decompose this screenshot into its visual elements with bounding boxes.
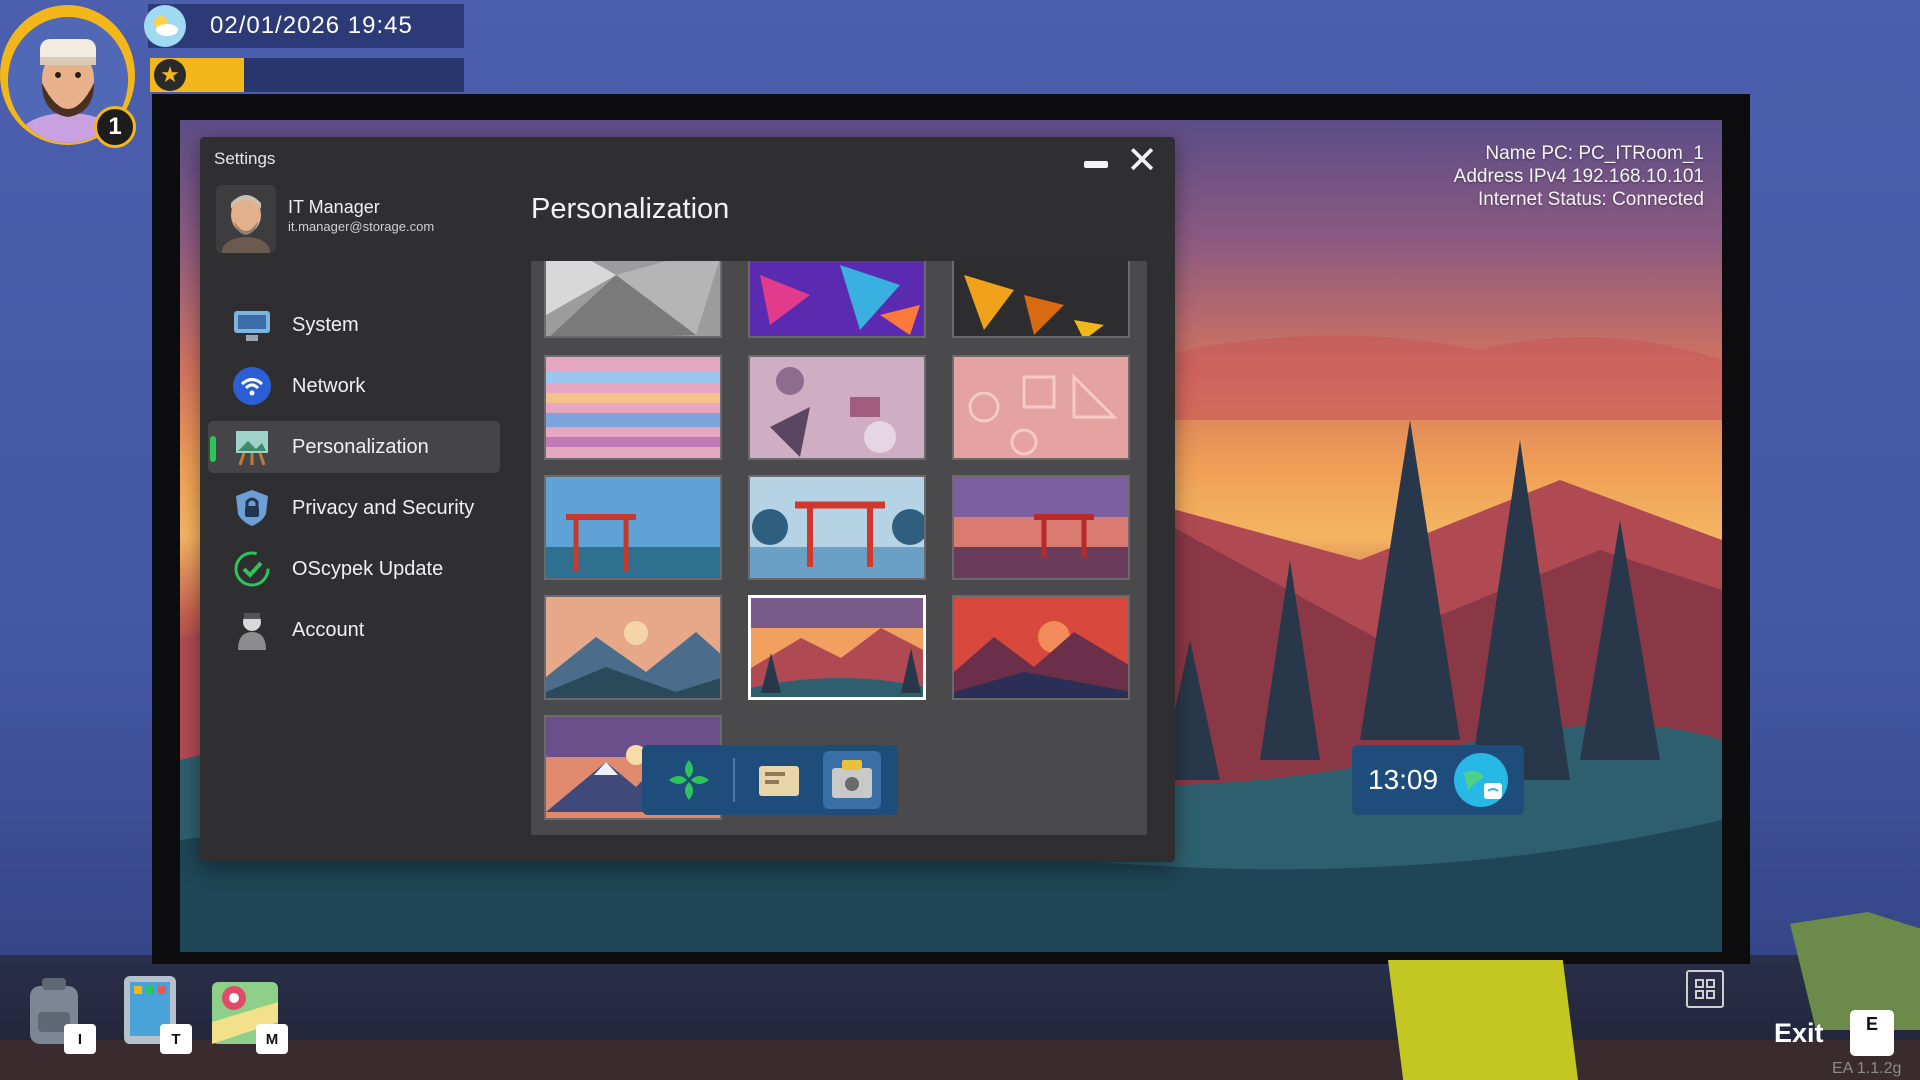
clock: 13:09 — [1368, 764, 1438, 796]
nav-label: Personalization — [292, 436, 429, 459]
nav-label: Privacy and Security — [292, 497, 474, 520]
user-avatar — [216, 185, 276, 253]
update-check-icon — [232, 549, 272, 589]
grid-icon — [1695, 979, 1715, 999]
hotbar-slot-backpack[interactable]: I — [8, 966, 104, 1062]
system-tray: 13:09 — [1352, 745, 1524, 815]
nav-label: Account — [292, 619, 364, 642]
sticky-note — [1388, 960, 1578, 1080]
star-icon: ★ — [154, 59, 186, 91]
datetime-text: 02/01/2026 19:45 — [210, 12, 413, 40]
nav-item-network[interactable]: Network — [208, 360, 500, 412]
window-title: Settings — [214, 149, 275, 169]
network-info: Name PC: PC_ITRoom_1 Address IPv4 192.16… — [1454, 142, 1704, 211]
wallpaper-thumb-purple-triangles[interactable] — [748, 261, 926, 338]
nav-label: OScypek Update — [292, 558, 443, 581]
nav-label: Network — [292, 375, 365, 398]
exit-key[interactable]: E — [1850, 1010, 1894, 1056]
wallpaper-thumb-torii-lake-trees[interactable] — [748, 475, 926, 580]
nav-item-privacy-security[interactable]: Privacy and Security — [208, 482, 500, 534]
version-label: EA 1.1.2g — [1832, 1060, 1901, 1078]
wallpaper-thumb-pink-pattern[interactable] — [952, 355, 1130, 460]
xp-bar: ★ — [150, 58, 464, 92]
nav-item-oscypek-update[interactable]: OScypek Update — [208, 543, 500, 595]
user-icon — [232, 610, 272, 650]
minimize-button[interactable] — [1084, 161, 1108, 168]
hotbar: I T M — [8, 966, 296, 1062]
wallpaper-thumb-mountain-valley-dusk[interactable] — [544, 595, 722, 700]
wallpaper-thumb-red-mountains[interactable] — [952, 595, 1130, 700]
page-title: Personalization — [531, 193, 729, 226]
monitor-icon — [232, 305, 272, 345]
start-button[interactable] — [660, 751, 718, 809]
hotbar-slot-map[interactable]: M — [200, 966, 296, 1062]
nav-item-system[interactable]: System — [208, 299, 500, 351]
close-button[interactable]: ✕ — [1122, 141, 1162, 181]
easel-icon — [232, 427, 272, 467]
wifi-icon — [232, 366, 272, 406]
wallpaper-thumb-torii-blue-sky[interactable] — [544, 475, 722, 580]
wallpaper-thumb-dark-gold-triangles[interactable] — [952, 261, 1130, 338]
files-button[interactable] — [750, 751, 808, 809]
wallpaper-thumb-pink-geometric-shapes[interactable] — [748, 355, 926, 460]
start-icon — [667, 758, 711, 802]
nav-item-personalization[interactable]: Personalization — [208, 421, 500, 473]
wallpaper-thumb-white-lowpoly[interactable] — [544, 261, 722, 338]
hotkey-label: M — [256, 1024, 288, 1054]
taskbar-separator — [733, 758, 735, 802]
exit-label[interactable]: Exit — [1774, 1018, 1824, 1049]
grid-view-button[interactable] — [1686, 970, 1724, 1008]
internet-status: Internet Status: Connected — [1454, 188, 1704, 211]
settings-nav: System Network Personalization Privacy a… — [208, 299, 500, 665]
datetime-bar: 02/01/2026 19:45 — [148, 4, 464, 48]
hotkey-label: T — [160, 1024, 192, 1054]
hotbar-slot-tablet[interactable]: T — [104, 966, 200, 1062]
pc-name: Name PC: PC_ITRoom_1 — [1454, 142, 1704, 165]
taskbar — [642, 745, 898, 815]
ip-address: Address IPv4 192.168.10.101 — [1454, 165, 1704, 188]
weather-icon — [144, 5, 186, 47]
user-name: IT Manager — [288, 197, 380, 218]
nav-item-account[interactable]: Account — [208, 604, 500, 656]
files-icon — [757, 762, 801, 798]
nav-label: System — [292, 314, 359, 337]
hotkey-label: I — [64, 1024, 96, 1054]
shield-lock-icon — [232, 488, 272, 528]
settings-app-icon — [828, 758, 876, 802]
level-badge: 1 — [94, 106, 136, 148]
wallpaper-thumb-forest-mountains-sunset[interactable] — [748, 595, 926, 700]
settings-app-button[interactable] — [823, 751, 881, 809]
wallpaper-thumb-torii-sunset[interactable] — [952, 475, 1130, 580]
network-globe-icon[interactable] — [1454, 753, 1508, 807]
user-email: it.manager@storage.com — [288, 219, 434, 234]
wallpaper-thumb-pastel-strokes[interactable] — [544, 355, 722, 460]
